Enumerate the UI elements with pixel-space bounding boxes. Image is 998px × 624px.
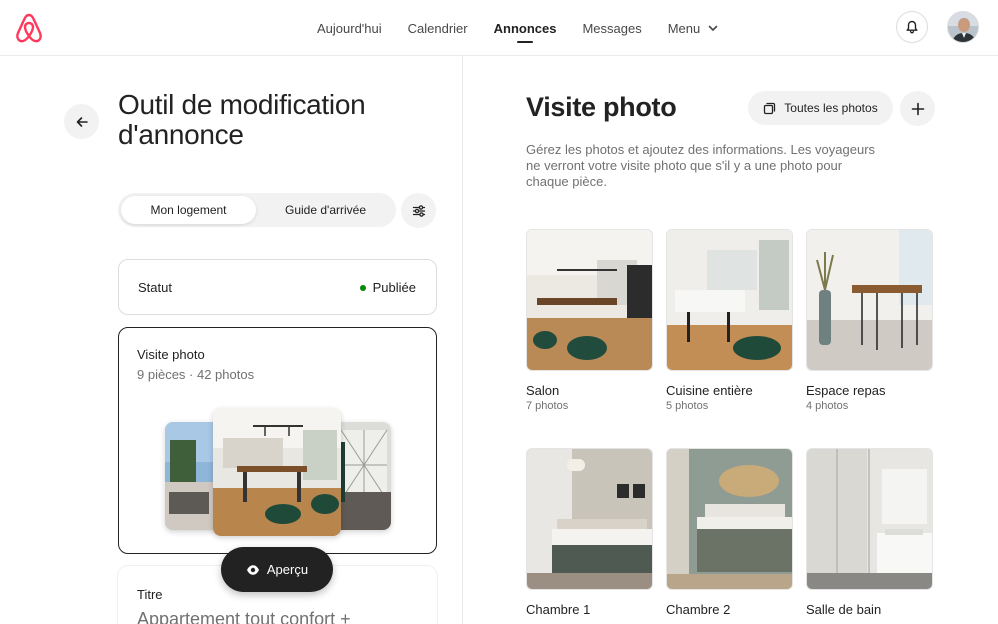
avatar-photo — [948, 12, 978, 42]
nav-item-label: Messages — [582, 20, 642, 36]
nav-item-calendar[interactable]: Calendrier — [395, 0, 481, 56]
back-button[interactable] — [64, 104, 99, 139]
all-photos-label: Toutes les photos — [784, 101, 878, 115]
status-value: Publiée — [372, 280, 416, 295]
photo-tour-card-subtitle: 9 pièces · 42 photos — [137, 367, 255, 382]
room-card-chambre-1[interactable]: Chambre 1 — [526, 448, 653, 619]
photo-tour-card-title: Visite photo — [137, 347, 205, 362]
nav-item-label: Aujourd'hui — [317, 20, 382, 36]
nav-item-messages[interactable]: Messages — [569, 0, 654, 56]
status-dot-icon — [359, 284, 366, 291]
nav-item-label: Calendrier — [407, 20, 468, 36]
status-card[interactable]: Statut Publiée — [118, 259, 437, 315]
page-title: Outil de modification d'annonce — [118, 89, 366, 150]
all-photos-button[interactable]: Toutes les photos — [748, 91, 893, 125]
airbnb-logo-icon[interactable] — [14, 12, 44, 44]
room-photo — [666, 448, 793, 590]
room-name: Chambre 2 — [666, 602, 731, 617]
photo-stack — [165, 408, 391, 538]
nav-item-label: Annonces — [493, 20, 557, 36]
title-card-label: Titre — [137, 587, 163, 602]
stack-photo-main — [213, 408, 341, 536]
room-photo — [806, 448, 933, 590]
bell-icon — [906, 20, 918, 34]
status-label: Statut — [138, 280, 172, 295]
nav-item-today[interactable]: Aujourd'hui — [304, 0, 395, 56]
notifications-button[interactable] — [896, 11, 928, 43]
listing-section-switcher: Mon logement Guide d'arrivée — [118, 193, 396, 227]
user-avatar[interactable] — [947, 11, 979, 43]
room-name: Cuisine entière — [666, 383, 753, 398]
room-card-chambre-2[interactable]: Chambre 2 — [666, 448, 793, 619]
photos-stack-icon — [764, 102, 776, 114]
room-photo — [806, 229, 933, 371]
room-card-salle-de-bain[interactable]: Salle de bain — [806, 448, 933, 619]
room-card-espace-repas[interactable]: Espace repas 4 photos — [806, 229, 933, 412]
chevron-down-icon — [708, 25, 718, 31]
room-card-cuisine[interactable]: Cuisine entière 5 photos — [666, 229, 793, 412]
room-photo-count: 5 photos — [666, 400, 709, 412]
nav-item-listings[interactable]: Annonces — [481, 0, 570, 56]
room-photo — [526, 229, 653, 371]
room-name: Salle de bain — [806, 602, 882, 617]
preview-button[interactable]: Aperçu — [221, 547, 333, 592]
photo-tour-description: Gérez les photos et ajoutez des informat… — [526, 142, 876, 189]
preview-button-label: Aperçu — [266, 562, 309, 577]
room-photo — [666, 229, 793, 371]
tab-my-home[interactable]: Mon logement — [121, 196, 256, 224]
eye-icon — [246, 564, 259, 575]
room-name: Chambre 1 — [526, 602, 591, 617]
tab-arrival-guide[interactable]: Guide d'arrivée — [258, 196, 393, 224]
panel-divider — [462, 56, 463, 624]
room-name: Espace repas — [806, 383, 886, 398]
top-navigation-bar: Aujourd'hui Calendrier Annonces Messages… — [0, 0, 998, 56]
sliders-icon — [412, 204, 425, 217]
nav-item-label: Menu — [667, 20, 701, 36]
room-photo — [526, 448, 653, 590]
main-nav: Aujourd'hui Calendrier Annonces Messages… — [304, 0, 731, 56]
title-card-value: Appartement tout confort + — [137, 609, 351, 624]
add-room-button[interactable] — [900, 91, 935, 126]
settings-filter-button[interactable] — [401, 193, 436, 228]
plus-icon — [911, 102, 924, 115]
arrow-left-icon — [76, 116, 88, 127]
room-name: Salon — [526, 383, 560, 398]
photo-tour-card[interactable]: Visite photo 9 pièces · 42 photos — [118, 327, 437, 554]
room-photo-count: 4 photos — [806, 400, 849, 412]
status-badge: Publiée — [359, 280, 416, 295]
room-photo-count: 7 photos — [526, 400, 569, 412]
photo-tour-title: Visite photo — [526, 92, 677, 122]
nav-item-menu[interactable]: Menu — [655, 0, 732, 56]
room-card-salon[interactable]: Salon 7 photos — [526, 229, 653, 412]
